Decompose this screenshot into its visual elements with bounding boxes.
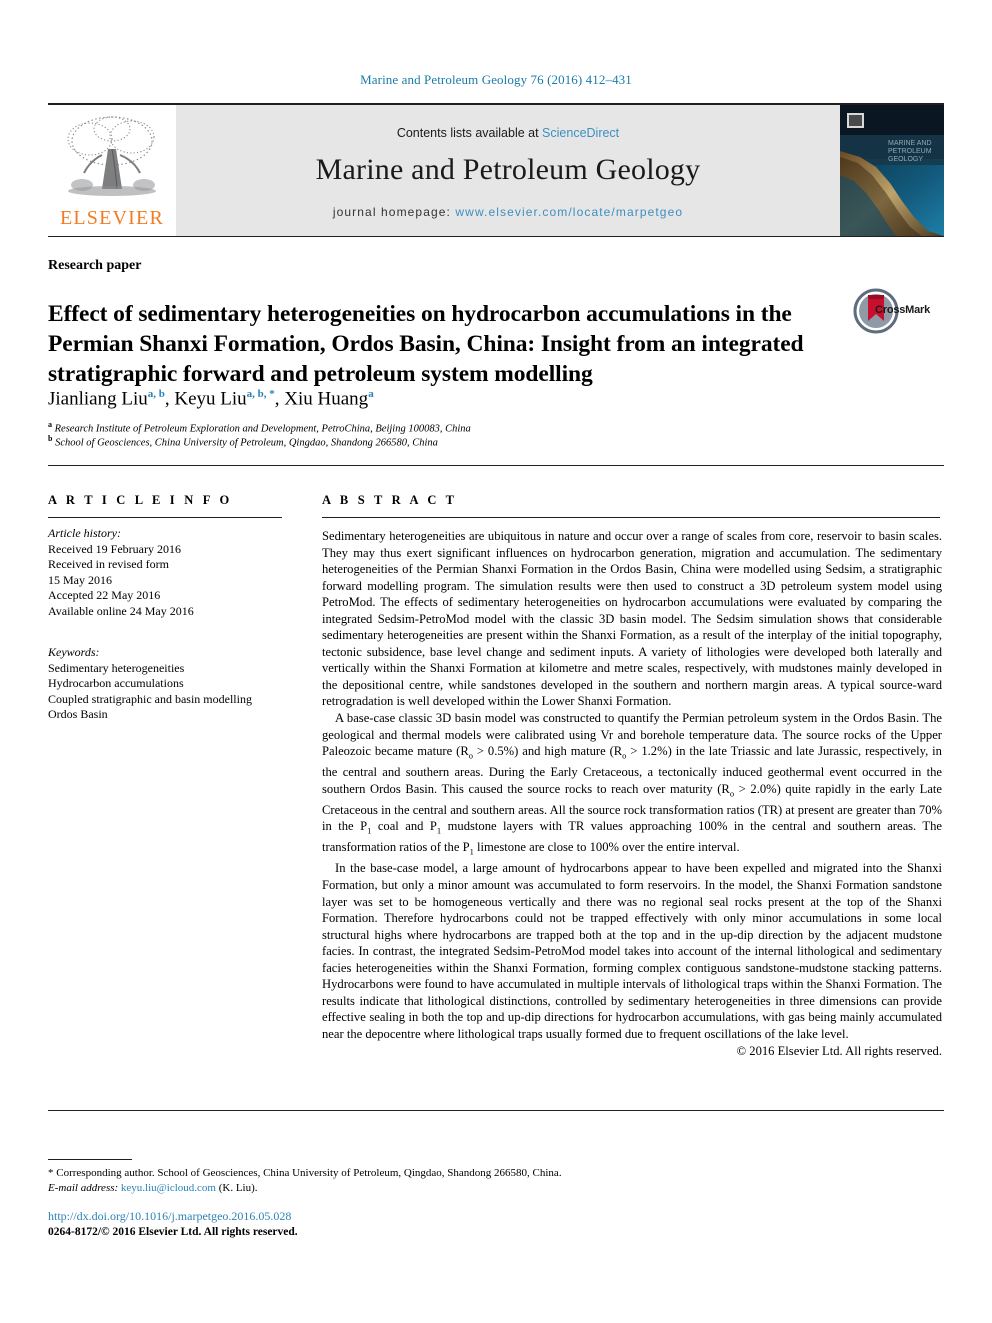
abstract-paragraph: A base-case classic 3D basin model was c… [322, 711, 943, 857]
corresponding-author-footnote: * Corresponding author. School of Geosci… [48, 1166, 648, 1196]
abstract-paragraph: Sedimentary heterogeneities are ubiquito… [322, 529, 942, 709]
issn-copyright-line: 0264-8172/© 2016 Elsevier Ltd. All right… [48, 1226, 298, 1238]
affiliation-a: a Research Institute of Petroleum Explor… [48, 420, 471, 435]
crossmark-badge[interactable]: CrossMark [853, 288, 935, 340]
info-block-bottom-rule [48, 1110, 944, 1111]
abstract-rule [322, 517, 940, 518]
affiliation-mark-a: a [48, 420, 52, 429]
elsevier-wordmark: ELSEVIER [59, 207, 165, 229]
elsevier-tree-icon [67, 116, 156, 196]
affiliation-text-a: Research Institute of Petroleum Explorat… [54, 423, 471, 435]
keyword-item: Hydrocarbon accumulations [48, 676, 184, 690]
author-name-2: Keyu Liu [174, 388, 247, 410]
crossmark-label: CrossMark [875, 304, 931, 316]
email-link[interactable]: keyu.liu@icloud.com [121, 1182, 216, 1194]
article-type-label: Research paper [48, 258, 142, 273]
article-history-item: Accepted 22 May 2016 [48, 588, 161, 602]
page-title: Effect of sedimentary heterogeneities on… [48, 300, 804, 387]
homepage-prefix: journal homepage: [332, 205, 456, 219]
abstract-copyright: © 2016 Elsevier Ltd. All rights reserved… [736, 1044, 942, 1059]
footnote-corresponding-text: Corresponding author. School of Geoscien… [56, 1167, 562, 1179]
homepage-url-link[interactable]: www.elsevier.com/locate/marpetgeo [455, 205, 683, 219]
keywords-label: Keywords: [48, 645, 100, 659]
info-block-top-rule [48, 465, 944, 466]
svg-text:MARINE AND: MARINE AND [888, 140, 932, 147]
affiliation-b: b School of Geosciences, China Universit… [48, 434, 438, 449]
journal-band: Contents lists available at ScienceDirec… [176, 105, 840, 236]
article-history-item: Received in revised form [48, 557, 169, 571]
journal-cover-thumbnail: MARINE AND PETROLEUM GEOLOGY [840, 105, 944, 236]
abstract-paragraph: In the base-case model, a large amount o… [322, 861, 942, 1041]
article-history-item: 15 May 2016 [48, 572, 112, 587]
affiliation-mark-b: b [48, 434, 53, 443]
svg-text:GEOLOGY: GEOLOGY [888, 156, 923, 163]
running-head: Marine and Petroleum Geology 76 (2016) 4… [360, 72, 632, 87]
contents-prefix: Contents lists available at [396, 126, 543, 140]
author-marks-3: a [368, 388, 374, 400]
doi-link[interactable]: http://dx.doi.org/10.1016/j.marpetgeo.20… [48, 1208, 298, 1224]
footnote-rule [48, 1159, 132, 1160]
author-name-3: Xiu Huang [284, 388, 369, 410]
article-info-column: A R T I C L E I N F O Article history: R… [48, 493, 286, 723]
sciencedirect-link[interactable]: ScienceDirect [542, 126, 619, 140]
article-info-heading: A R T I C L E I N F O [48, 493, 233, 507]
journal-article-page: Marine and Petroleum Geology 76 (2016) 4… [0, 0, 992, 1323]
article-history-item: Received 19 February 2016 [48, 541, 181, 556]
email-owner: (K. Liu). [218, 1182, 258, 1194]
journal-title: Marine and Petroleum Geology [315, 153, 701, 186]
keyword-item: Sedimentary heterogeneities [48, 660, 185, 675]
contents-available-line: Contents lists available at ScienceDirec… [397, 126, 619, 140]
footer-doi-block: http://dx.doi.org/10.1016/j.marpetgeo.20… [48, 1208, 298, 1240]
article-history-item: Available online 24 May 2016 [48, 603, 194, 618]
keywords-block: Keywords: Sedimentary heterogeneities Hy… [48, 645, 286, 723]
footnote-marker: * [48, 1167, 54, 1179]
keyword-item: Coupled stratigraphic and basin modellin… [48, 691, 252, 706]
journal-homepage-line: journal homepage: www.elsevier.com/locat… [333, 205, 683, 219]
elsevier-logo: ELSEVIER [48, 105, 176, 236]
article-history-label: Article history: [48, 526, 121, 540]
journal-masthead: ELSEVIER Contents lists available at Sci… [48, 103, 944, 237]
article-info-rule [48, 517, 282, 518]
author-marks-2: a, b, * [246, 388, 275, 400]
author-list: Jianliang Liua, b, Keyu Liua, b, *, Xiu … [48, 388, 374, 410]
author-name-1: Jianliang Liu [48, 388, 148, 410]
affiliation-text-b: School of Geosciences, China University … [55, 437, 438, 449]
email-address-label: E-mail address: [48, 1182, 119, 1194]
author-marks-1: a, b [147, 388, 165, 400]
keyword-item: Ordos Basin [48, 707, 108, 721]
abstract-heading: A B S T R A C T [322, 493, 458, 507]
journal-cover-image: MARINE AND PETROLEUM GEOLOGY [840, 105, 944, 236]
abstract-column: A B S T R A C T Sedimentary heterogeneit… [322, 493, 942, 1060]
svg-text:PETROLEUM: PETROLEUM [888, 148, 932, 155]
